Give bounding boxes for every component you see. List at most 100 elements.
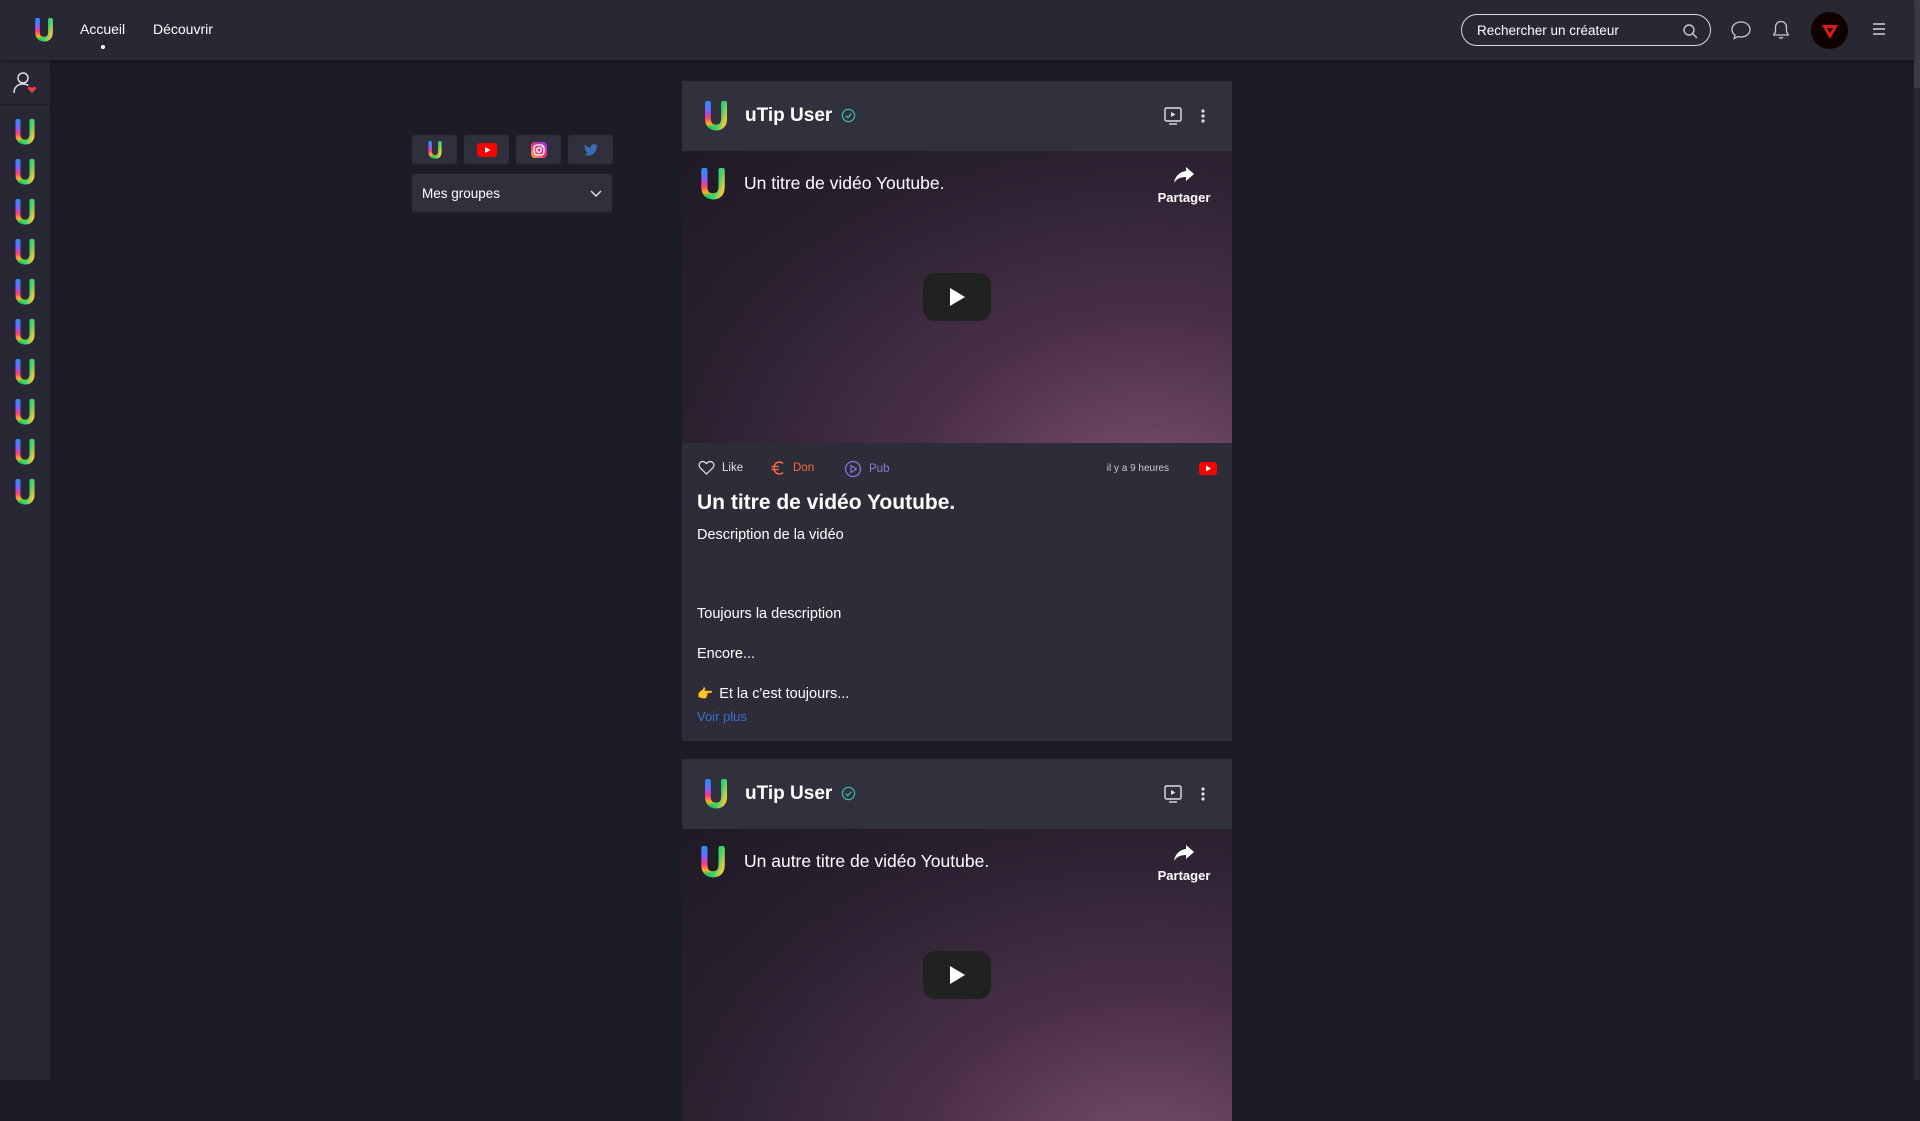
sidebar-creator-item[interactable] xyxy=(14,198,36,226)
share-arrow-icon xyxy=(1174,167,1194,183)
nav-active-indicator xyxy=(101,45,105,49)
groups-select[interactable]: Mes groupes xyxy=(412,174,612,212)
creator-logo-icon xyxy=(15,159,35,185)
post-header: uTip User xyxy=(682,759,1232,829)
share-arrow-icon xyxy=(1174,845,1194,861)
sidebar-creator-item[interactable] xyxy=(14,278,36,306)
ad-button[interactable]: Pub xyxy=(844,460,889,478)
heart-icon xyxy=(698,460,715,475)
creator-logo-icon xyxy=(15,199,35,225)
play-button[interactable] xyxy=(923,951,991,999)
post-description-line: Description de la vidéo xyxy=(697,527,844,543)
post-title: Un titre de vidéo Youtube. xyxy=(697,491,956,514)
creator-logo-icon xyxy=(15,479,35,505)
search-icon[interactable] xyxy=(1682,23,1698,39)
creator-logo-icon xyxy=(15,239,35,265)
youtube-video-player[interactable]: Un titre de vidéo Youtube. Partager xyxy=(682,151,1232,443)
like-label: Like xyxy=(722,461,744,474)
creator-sidebar xyxy=(0,60,50,1080)
channel-logo-icon[interactable] xyxy=(700,846,726,878)
cast-icon[interactable] xyxy=(1163,784,1183,804)
youtube-icon xyxy=(476,142,497,157)
youtube-video-player[interactable]: Un autre titre de vidéo Youtube. Partage… xyxy=(682,829,1232,1121)
sidebar-creator-item[interactable] xyxy=(14,478,36,506)
author-logo-icon[interactable] xyxy=(704,779,728,809)
author-name[interactable]: uTip User xyxy=(745,783,832,805)
creator-logo-icon xyxy=(15,399,35,425)
user-heart-icon[interactable] xyxy=(12,70,38,96)
post-actions: Like Don Pub il y a 9 heures xyxy=(682,443,1232,493)
utip-logo-icon[interactable] xyxy=(34,18,54,42)
creator-logo-icon xyxy=(15,359,35,385)
cast-icon[interactable] xyxy=(1163,106,1183,126)
utip-icon xyxy=(428,141,442,159)
see-more-link[interactable]: Voir plus xyxy=(697,709,747,724)
creator-logo-icon xyxy=(15,319,35,345)
post-description-line: Encore... xyxy=(697,646,756,662)
play-icon xyxy=(950,966,965,984)
sidebar-creator-item[interactable] xyxy=(14,358,36,386)
avatar[interactable] xyxy=(1811,12,1848,49)
social-filter-row xyxy=(412,135,613,164)
sidebar-creator-item[interactable] xyxy=(14,398,36,426)
post-timestamp: il y a 9 heures xyxy=(1106,463,1169,474)
creator-logo-icon xyxy=(15,119,35,145)
bell-icon[interactable] xyxy=(1770,19,1792,41)
search-bar[interactable] xyxy=(1461,14,1711,46)
euro-icon xyxy=(771,461,784,475)
sidebar-creator-item[interactable] xyxy=(14,318,36,346)
scrollbar-thumb[interactable] xyxy=(1914,0,1920,88)
sidebar-divider xyxy=(0,104,50,105)
more-options-icon[interactable] xyxy=(1200,784,1206,804)
chevron-down-icon xyxy=(590,190,602,198)
filter-youtube-button[interactable] xyxy=(464,135,509,164)
author-name[interactable]: uTip User xyxy=(745,105,832,127)
avatar-emblem-icon xyxy=(1821,24,1838,39)
like-button[interactable]: Like xyxy=(698,460,743,475)
video-title[interactable]: Un titre de vidéo Youtube. xyxy=(744,173,944,194)
share-label: Partager xyxy=(1157,868,1211,883)
filter-instagram-button[interactable] xyxy=(516,135,561,164)
nav-home-link[interactable]: Accueil xyxy=(80,21,125,37)
share-button[interactable]: Partager xyxy=(1154,843,1214,885)
nav-discover-link[interactable]: Découvrir xyxy=(153,21,213,37)
sidebar-creator-item[interactable] xyxy=(14,238,36,266)
search-input[interactable] xyxy=(1477,22,1667,38)
filter-twitter-button[interactable] xyxy=(568,135,613,164)
channel-logo-icon[interactable] xyxy=(700,168,726,200)
play-button[interactable] xyxy=(923,273,991,321)
menu-icon[interactable] xyxy=(1870,20,1888,38)
post-description-line: Toujours la description xyxy=(697,606,842,622)
donate-label: Don xyxy=(793,462,815,474)
play-circle-icon xyxy=(844,460,862,478)
sidebar-creator-item[interactable] xyxy=(14,118,36,146)
post-description-text: Et la c'est toujours... xyxy=(719,686,850,702)
post-description-line: 👉 Et la c'est toujours... xyxy=(697,686,849,702)
author-logo-icon[interactable] xyxy=(704,101,728,131)
creator-logo-icon xyxy=(15,439,35,465)
groups-select-label: Mes groupes xyxy=(422,185,501,201)
verified-icon xyxy=(841,108,856,123)
chat-icon[interactable] xyxy=(1730,19,1752,41)
pointing-hand-icon: 👉 xyxy=(697,686,714,701)
donate-button[interactable]: Don xyxy=(770,460,814,476)
verified-icon xyxy=(841,786,856,801)
more-options-icon[interactable] xyxy=(1200,106,1206,126)
ad-label: Pub xyxy=(869,463,890,475)
play-icon xyxy=(950,288,965,306)
filter-utip-button[interactable] xyxy=(412,135,457,164)
youtube-icon xyxy=(1199,462,1217,475)
share-label: Partager xyxy=(1157,190,1211,205)
feed-post: uTip User Un titre de vidéo Youtube. Par… xyxy=(682,81,1232,741)
post-header: uTip User xyxy=(682,81,1232,151)
sidebar-creator-item[interactable] xyxy=(14,158,36,186)
scrollbar-track[interactable] xyxy=(1914,0,1920,1080)
sidebar-creator-item[interactable] xyxy=(14,438,36,466)
creator-logo-icon xyxy=(15,279,35,305)
video-title[interactable]: Un autre titre de vidéo Youtube. xyxy=(744,851,989,872)
feed-post: uTip User Un autre titre de vidéo Youtub… xyxy=(682,759,1232,1121)
share-button[interactable]: Partager xyxy=(1154,165,1214,207)
top-navigation-bar: Accueil Découvrir xyxy=(0,0,1914,60)
instagram-icon xyxy=(530,141,547,158)
twitter-icon xyxy=(583,143,598,155)
